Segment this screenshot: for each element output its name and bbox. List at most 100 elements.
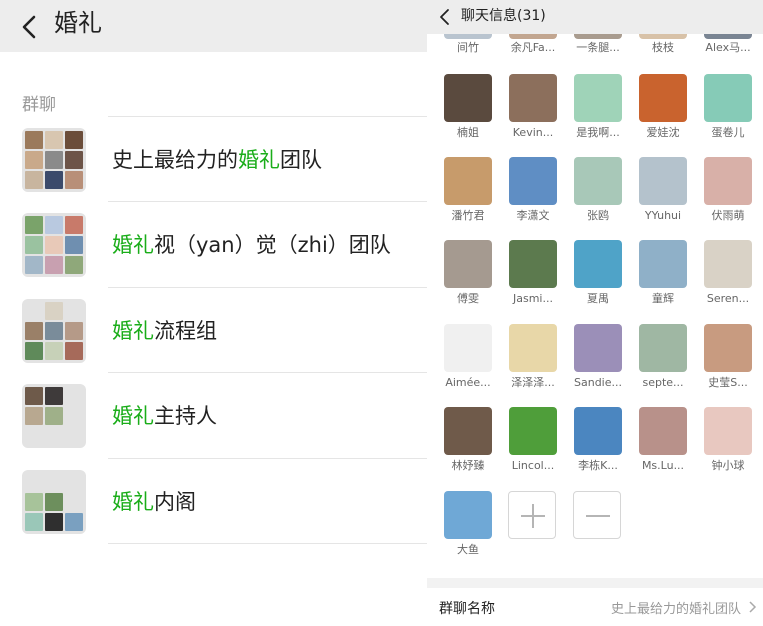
- member-avatar-item[interactable]: 史莹S...: [697, 324, 759, 390]
- member-avatar-item[interactable]: Jasmi...: [502, 240, 564, 306]
- member-name: Kevin...: [512, 126, 554, 139]
- avatar: [704, 407, 752, 455]
- member-name: 李潇文: [516, 209, 550, 222]
- member-avatar-item[interactable]: 张鸥: [567, 157, 629, 223]
- avatar-tile: [65, 473, 83, 491]
- member-avatar-item[interactable]: Lincol...: [502, 407, 564, 473]
- member-grid: 间竹 余凡Fa... 一条腿... 枝枝 Alex马... 楠姐 Kevin... 是我啊..…: [427, 34, 763, 578]
- avatar-tile: [45, 171, 63, 189]
- avatar-tile: [25, 256, 43, 274]
- member-avatar-item[interactable]: 童辉: [632, 240, 694, 306]
- back-arrow-icon[interactable]: [16, 13, 44, 41]
- avatar-tile: [45, 151, 63, 169]
- member-name: 夏禺: [587, 292, 609, 305]
- add-member-button[interactable]: [508, 491, 556, 539]
- back-arrow-icon[interactable]: [437, 8, 453, 26]
- avatar: [509, 74, 557, 122]
- name-text: 团队: [280, 148, 322, 172]
- avatar: [574, 324, 622, 372]
- name-text: 主持人: [154, 404, 217, 428]
- avatar: [574, 240, 622, 288]
- member-avatar-item[interactable]: Sandie...: [567, 324, 629, 390]
- avatar-tile: [25, 387, 43, 405]
- member-avatar-item[interactable]: 是我啊...: [567, 74, 629, 140]
- name-highlight: 婚礼: [112, 233, 154, 257]
- group-chat-item[interactable]: 史上最给力的婚礼团队: [0, 116, 427, 202]
- group-chat-name: 婚礼内阁: [112, 489, 196, 515]
- member-avatar-item[interactable]: 林妤臻: [437, 407, 499, 473]
- avatar-tile: [25, 151, 43, 169]
- name-text: 内阁: [154, 490, 196, 514]
- avatar-tile: [25, 473, 43, 491]
- avatar-tile: [25, 216, 43, 234]
- member-name: 枝枝: [652, 41, 674, 54]
- remove-member-button[interactable]: [573, 491, 621, 539]
- group-avatar: [22, 384, 86, 448]
- member-avatar-item[interactable]: 泽泽泽...: [502, 324, 564, 390]
- avatar: [574, 157, 622, 205]
- avatar-tile: [45, 407, 63, 425]
- avatar-tile: [25, 342, 43, 360]
- group-name-row[interactable]: 群聊名称 史上最给力的婚礼团队: [427, 588, 763, 626]
- search-query[interactable]: 婚礼: [54, 8, 102, 38]
- member-avatar-item[interactable]: Ms.Lu...: [632, 407, 694, 473]
- member-avatar-item[interactable]: 蛋卷儿: [697, 74, 759, 140]
- member-avatar-item[interactable]: YYuhui: [632, 157, 694, 223]
- avatar: [639, 240, 687, 288]
- name-text: 史上最给力的: [112, 148, 238, 172]
- avatar-tile: [45, 342, 63, 360]
- member-avatar-item[interactable]: 李栋K...: [567, 407, 629, 473]
- avatar: [444, 74, 492, 122]
- member-avatar-item[interactable]: 李潇文: [502, 157, 564, 223]
- member-avatar-item[interactable]: septe...: [632, 324, 694, 390]
- avatar: [444, 157, 492, 205]
- member-name: Seren...: [706, 292, 750, 305]
- member-avatar-item[interactable]: 钟小球: [697, 407, 759, 473]
- avatar-tile: [45, 236, 63, 254]
- member-avatar-item[interactable]: 枝枝: [632, 34, 694, 55]
- search-header: 婚礼: [0, 0, 427, 52]
- group-chat-item[interactable]: 婚礼流程组: [0, 287, 427, 373]
- member-avatar-item[interactable]: 爱娃沈: [632, 74, 694, 140]
- member-avatar-item[interactable]: 间竹: [437, 34, 499, 55]
- member-name: 余凡Fa...: [510, 41, 556, 54]
- member-avatar-item[interactable]: 一条腿...: [567, 34, 629, 55]
- member-avatar-item[interactable]: 楠姐: [437, 74, 499, 140]
- member-avatar-item[interactable]: Alex马...: [697, 34, 759, 55]
- group-chat-item[interactable]: 婚礼内阁: [0, 458, 427, 544]
- member-name: YYuhui: [644, 209, 682, 222]
- avatar-tile: [45, 473, 63, 491]
- avatar-tile: [65, 342, 83, 360]
- avatar-tile: [25, 302, 43, 320]
- avatar-tile: [25, 513, 43, 531]
- member-avatar-item[interactable]: Seren...: [697, 240, 759, 306]
- divider: [108, 201, 427, 202]
- avatar: [509, 407, 557, 455]
- member-avatar-item[interactable]: Aimée...: [437, 324, 499, 390]
- member-avatar-item[interactable]: 伏雨萌: [697, 157, 759, 223]
- chat-info-panel: 聊天信息(31) 间竹 余凡Fa... 一条腿... 枝枝 Alex马... 楠姐 Kevi…: [427, 0, 763, 626]
- group-chat-name: 婚礼流程组: [112, 318, 217, 344]
- member-name: 林妤臻: [451, 459, 485, 472]
- name-highlight: 婚礼: [238, 148, 280, 172]
- avatar: [574, 34, 622, 39]
- member-avatar-item[interactable]: 夏禺: [567, 240, 629, 306]
- member-avatar-item[interactable]: 余凡Fa...: [502, 34, 564, 55]
- group-chat-item[interactable]: 婚礼主持人: [0, 372, 427, 458]
- group-chat-item[interactable]: 婚礼视（yan）觉（zhi）团队: [0, 201, 427, 287]
- avatar: [704, 324, 752, 372]
- member-avatar-item[interactable]: Kevin...: [502, 74, 564, 140]
- avatar-tile: [45, 493, 63, 511]
- member-name: 伏雨萌: [711, 209, 745, 222]
- avatar: [639, 407, 687, 455]
- minus-icon: [586, 515, 610, 517]
- chevron-right-icon: [749, 601, 757, 613]
- group-avatar: [22, 213, 86, 277]
- member-avatar-item[interactable]: 潘竹君: [437, 157, 499, 223]
- name-text: 流程组: [154, 319, 217, 343]
- avatar-tile: [65, 302, 83, 320]
- avatar-tile: [65, 427, 83, 445]
- member-avatar-item[interactable]: 傅雯: [437, 240, 499, 306]
- member-name: septe...: [642, 376, 684, 389]
- member-avatar-item[interactable]: 大鱼: [437, 491, 499, 557]
